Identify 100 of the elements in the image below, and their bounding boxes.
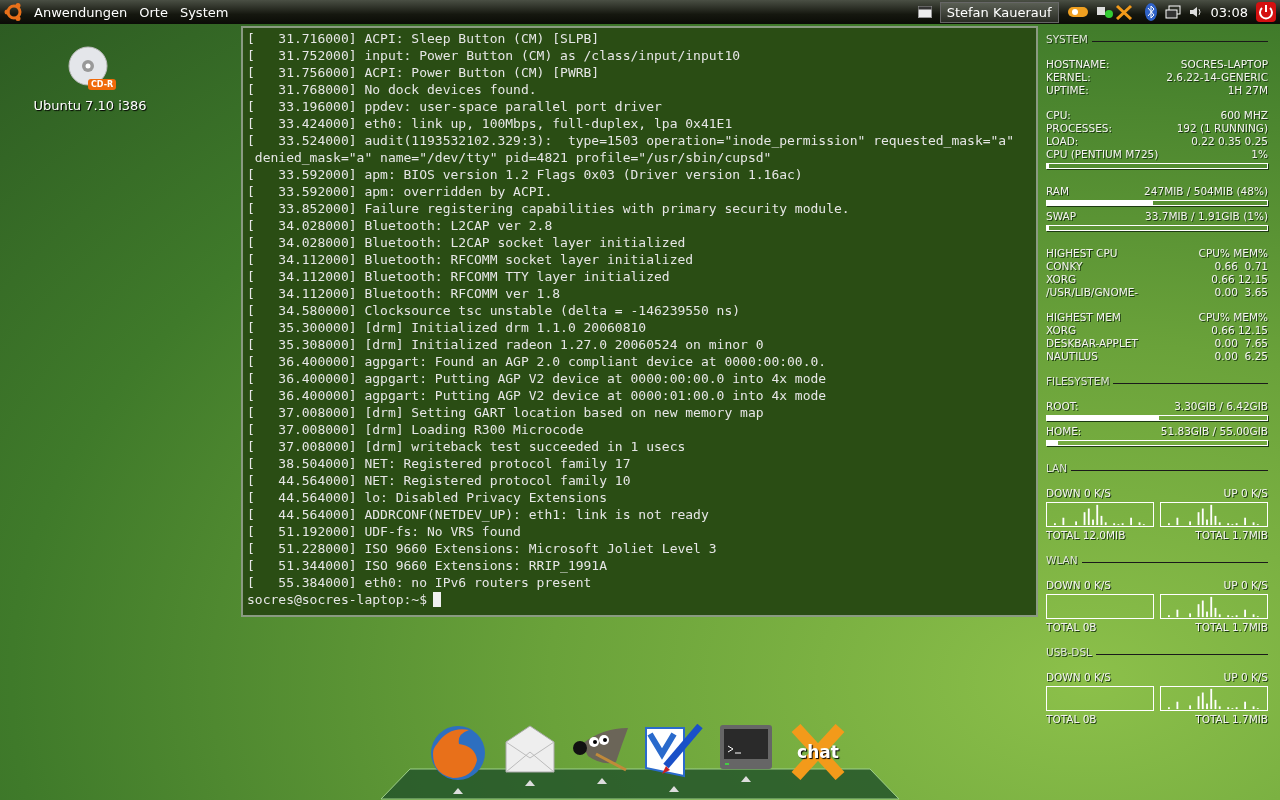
ubuntu-logo-icon[interactable]	[4, 2, 24, 22]
section-heading: SYSTEM	[1046, 33, 1088, 46]
stat-value: 0.00 7.65	[1214, 337, 1268, 350]
terminal-line: [ 44.564000] NET: Registered protocol family 10	[247, 472, 632, 489]
stat-value: 0.00 6.25	[1214, 350, 1268, 363]
download-total: TOTAL 12.0MIB	[1046, 529, 1126, 542]
terminal-line: [ 51.344000] ISO 9660 Extensions: RRIP_1991A	[247, 557, 609, 574]
upload-total: TOTAL 1.7MIB	[1195, 713, 1268, 726]
stat-label: CONKY	[1046, 260, 1083, 273]
terminal-line: [ 36.400000] agpgart: Putting AGP V2 device at 0000:01:00.0 into 4x mode	[247, 387, 828, 404]
stat-label: /USR/LIB/GNOME-	[1046, 286, 1139, 299]
upload-rate: UP 0 K/S	[1223, 579, 1268, 592]
desktop-icon-label[interactable]: Ubuntu 7.10 i386	[33, 98, 147, 113]
menu-item[interactable]: Orte	[137, 4, 170, 20]
power-icon[interactable]	[1256, 2, 1276, 22]
section-heading: LAN	[1046, 462, 1068, 475]
terminal-line: [ 34.028000] Bluetooth: L2CAP ver 2.8	[247, 217, 554, 234]
stat-value: 192 (1 RUNNING)	[1176, 122, 1268, 135]
stat-value: 247MIB / 504MIB (48%)	[1144, 185, 1268, 198]
stat-label: HIGHEST CPU	[1046, 247, 1118, 260]
section-heading: USB-DSL	[1046, 646, 1092, 659]
stat-value: 0.66 12.15	[1211, 324, 1268, 337]
stat-label: RAM	[1046, 185, 1070, 198]
stat-value: 1%	[1251, 148, 1268, 161]
download-total: TOTAL 0B	[1046, 713, 1097, 726]
stat-label: KERNEL:	[1046, 71, 1091, 84]
stat-label: PROCESSES:	[1046, 122, 1113, 135]
terminal-line: [ 36.400000] agpgart: Putting AGP V2 device at 0000:00:00.0 into 4x mode	[247, 370, 828, 387]
section-heading: WLAN	[1046, 554, 1078, 567]
stat-label: HOME:	[1046, 425, 1082, 438]
terminal-line: [ 31.768000] No dock devices found.	[247, 81, 538, 98]
network-tray-icon[interactable]	[1066, 5, 1089, 19]
pen-document-icon[interactable]	[644, 724, 704, 780]
stat-value: 0.66 12.15	[1211, 273, 1268, 286]
terminal-line: [ 34.580000] Clocksource tsc unstable (delta = -146239550 ns)	[247, 302, 742, 319]
stat-value: 3.30GIB / 6.42GIB	[1174, 400, 1268, 413]
upload-rate: UP 0 K/S	[1223, 671, 1268, 684]
text-cursor	[433, 592, 441, 607]
terminal-line: [ 33.592000] apm: overridden by ACPI.	[247, 183, 554, 200]
section-heading: FILESYSTEM	[1046, 375, 1110, 388]
stat-label: UPTIME:	[1046, 84, 1089, 97]
terminal-line: [ 33.424000] eth0: link up, 100Mbps, full-duplex, lpa 0x41E1	[247, 115, 734, 132]
terminal-line: [ 33.852000] Failure registering capabilities with primary security module.	[247, 200, 851, 217]
stat-label: ROOT:	[1046, 400, 1079, 413]
terminal-line: [ 35.308000] [drm] Initialized radeon 1.27.0 20060524 on minor 0	[247, 336, 765, 353]
terminal-line: [ 31.756000] ACPI: Power Button (CM) [PWRB]	[247, 64, 601, 81]
windows-icon[interactable]	[1164, 5, 1181, 19]
stat-label: HOSTNAME:	[1046, 58, 1110, 71]
stat-value: 0.66 0.71	[1214, 260, 1268, 273]
terminal-line: [ 35.300000] [drm] Initialized drm 1.1.0 20060810	[247, 319, 648, 336]
stat-value: 51.83GIB / 55.00GIB	[1160, 425, 1268, 438]
download-rate: DOWN 0 K/S	[1046, 487, 1112, 500]
stat-value: CPU% MEM%	[1198, 311, 1268, 324]
upload-total: TOTAL 1.7MIB	[1195, 621, 1268, 634]
stat-value: 0.22 0.35 0.25	[1191, 135, 1268, 148]
terminal-line: [ 33.196000] ppdev: user-space parallel port driver	[247, 98, 663, 115]
terminal-line: [ 33.524000] audit(1193532102.329:3): type=1503 operation="inode_permission" requested_mask="a"	[247, 132, 1015, 149]
terminal-line: [ 31.716000] ACPI: Sleep Button (CM) [SLPB]	[247, 30, 601, 47]
stat-value: CPU% MEM%	[1198, 247, 1268, 260]
stat-label: HIGHEST MEM	[1046, 311, 1121, 324]
envelope-icon[interactable]	[504, 724, 556, 774]
shell-prompt: socres@socres-laptop:~$	[247, 591, 427, 608]
download-rate: DOWN 0 K/S	[1046, 579, 1112, 592]
upload-rate: UP 0 K/S	[1223, 487, 1268, 500]
stat-label: LOAD:	[1046, 135, 1079, 148]
stat-label: NAUTILUS	[1046, 350, 1098, 363]
terminal-line: [ 37.008000] [drm] Setting GART location based on new memory map	[247, 404, 765, 421]
user-switcher[interactable]: Stefan Kauerauf	[939, 1, 1059, 23]
stat-label: CPU (PENTIUM M725)	[1046, 148, 1159, 161]
download-total: TOTAL 0B	[1046, 621, 1097, 634]
terminal-line: [ 31.752000] input: Power Button (CM) as /class/input/input10	[247, 47, 742, 64]
menu-item[interactable]: System	[177, 4, 231, 20]
monitor-icon[interactable]	[719, 724, 773, 770]
stat-label: XORG	[1046, 324, 1077, 337]
terminal-line: [ 33.592000] apm: BIOS version 1.2 Flags 0x03 (Driver version 1.16ac)	[247, 166, 804, 183]
terminal-line: [ 34.112000] Bluetooth: RFCOMM TTY layer initialized	[247, 268, 671, 285]
terminal-line: [ 51.192000] UDF-fs: No VRS found	[247, 523, 522, 540]
terminal-line: [ 51.228000] ISO 9660 Extensions: Microsoft Joliet Level 3	[247, 540, 718, 557]
upload-total: TOTAL 1.7MIB	[1195, 529, 1268, 542]
stat-value: 0.00 3.65	[1214, 286, 1268, 299]
menu-item[interactable]: Anwendungen	[32, 4, 130, 20]
show-desktop-icon[interactable]	[917, 6, 932, 18]
bluetooth-icon[interactable]	[1144, 3, 1157, 21]
volume-icon[interactable]	[1188, 6, 1203, 18]
stat-value: 1H 27M	[1227, 84, 1268, 97]
stat-label: XORG	[1046, 273, 1077, 286]
terminal-line: denied_mask="a" name="/dev/tty" pid=4821 profile="/usr/sbin/cupsd"	[253, 149, 773, 166]
cd-badge: CD-R	[88, 79, 117, 90]
terminal-line: [ 37.008000] [drm] Loading R300 Microcode	[247, 421, 585, 438]
terminal-line: [ 36.400000] agpgart: Found an AGP 2.0 compliant device at 0000:00:00.0.	[247, 353, 828, 370]
stat-label: DESKBAR-APPLET	[1046, 337, 1138, 350]
terminal-line: [ 44.564000] lo: Disabled Privacy Extensions	[247, 489, 609, 506]
terminal-line: [ 34.112000] Bluetooth: RFCOMM socket layer initialized	[247, 251, 695, 268]
stat-value: SOCRES-LAPTOP	[1180, 58, 1268, 71]
download-rate: DOWN 0 K/S	[1046, 671, 1112, 684]
terminal-line: [ 55.384000] eth0: no IPv6 routers present	[247, 574, 593, 591]
clock[interactable]: 03:08	[1210, 4, 1248, 20]
stat-value: 600 MHZ	[1220, 109, 1268, 122]
terminal-line: [ 34.028000] Bluetooth: L2CAP socket layer initialized	[247, 234, 687, 251]
stat-value: 33.7MIB / 1.91GIB (1%)	[1145, 210, 1268, 223]
